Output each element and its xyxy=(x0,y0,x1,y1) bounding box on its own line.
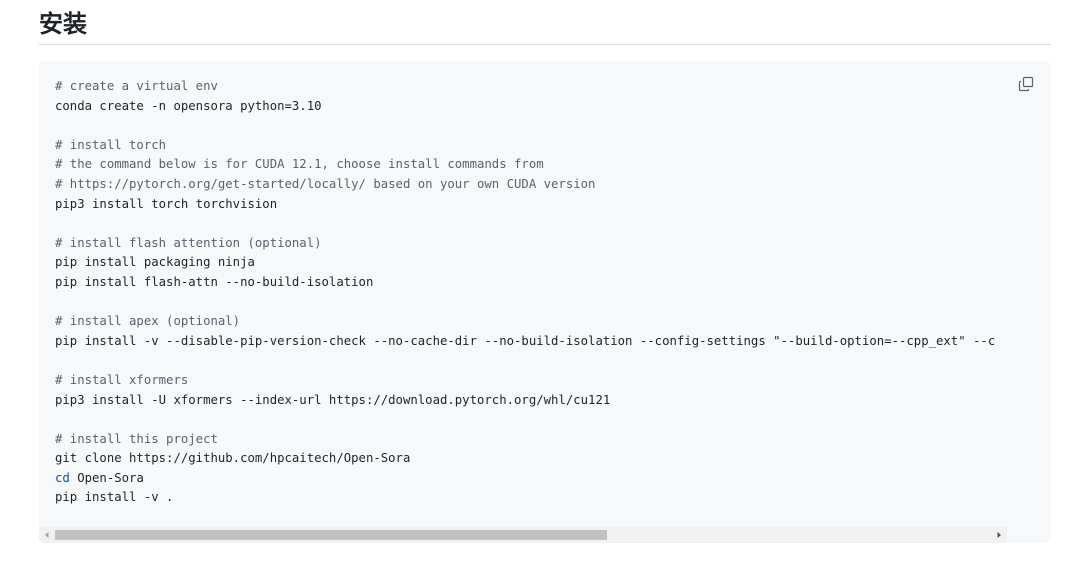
code-line: git clone https://github.com/hpcaitech/O… xyxy=(55,451,411,466)
scrollbar-track[interactable] xyxy=(55,527,991,543)
code-line: pip3 install torch torchvision xyxy=(55,196,278,211)
code-line: # https://pytorch.org/get-started/locall… xyxy=(55,176,596,191)
code-line: # install xformers xyxy=(55,372,189,387)
triangle-right-icon xyxy=(997,532,1001,538)
code-line: # install torch xyxy=(55,137,167,152)
copy-icon xyxy=(1018,76,1034,92)
code-line: # install apex (optional) xyxy=(55,314,241,329)
code-line: cd Open-Sora xyxy=(55,469,995,489)
code-line: # create a virtual env xyxy=(55,79,218,93)
shell-builtin-keyword: cd xyxy=(55,470,70,485)
horizontal-scrollbar[interactable] xyxy=(39,527,1007,543)
scrollbar-thumb[interactable] xyxy=(55,530,607,540)
triangle-left-icon xyxy=(45,532,49,538)
code-line: # install flash attention (optional) xyxy=(55,235,322,250)
heading-divider xyxy=(39,44,1051,45)
code-line: pip install packaging ninja xyxy=(55,255,255,270)
scroll-right-button[interactable] xyxy=(991,527,1007,543)
section-heading: 安装 xyxy=(39,10,87,38)
code-line: pip install -v . xyxy=(55,490,174,505)
code-line: conda create -n opensora python=3.10 xyxy=(55,98,322,113)
code-block: # create a virtual env conda create -n op… xyxy=(39,61,1051,543)
copy-button[interactable] xyxy=(1015,73,1037,95)
code-line-rest: Open-Sora xyxy=(69,470,144,485)
code-line: pip3 install -U xformers --index-url htt… xyxy=(55,392,611,407)
code-line: pip install flash-attn --no-build-isolat… xyxy=(55,274,374,289)
code-content: # create a virtual env conda create -n op… xyxy=(55,77,995,508)
code-line: pip install -v --disable-pip-version-che… xyxy=(55,333,996,348)
code-line: # the command below is for CUDA 12.1, ch… xyxy=(55,157,544,172)
scroll-left-button[interactable] xyxy=(39,527,55,543)
code-line: # install this project xyxy=(55,431,218,446)
code-viewport[interactable]: # create a virtual env conda create -n op… xyxy=(39,61,1007,525)
